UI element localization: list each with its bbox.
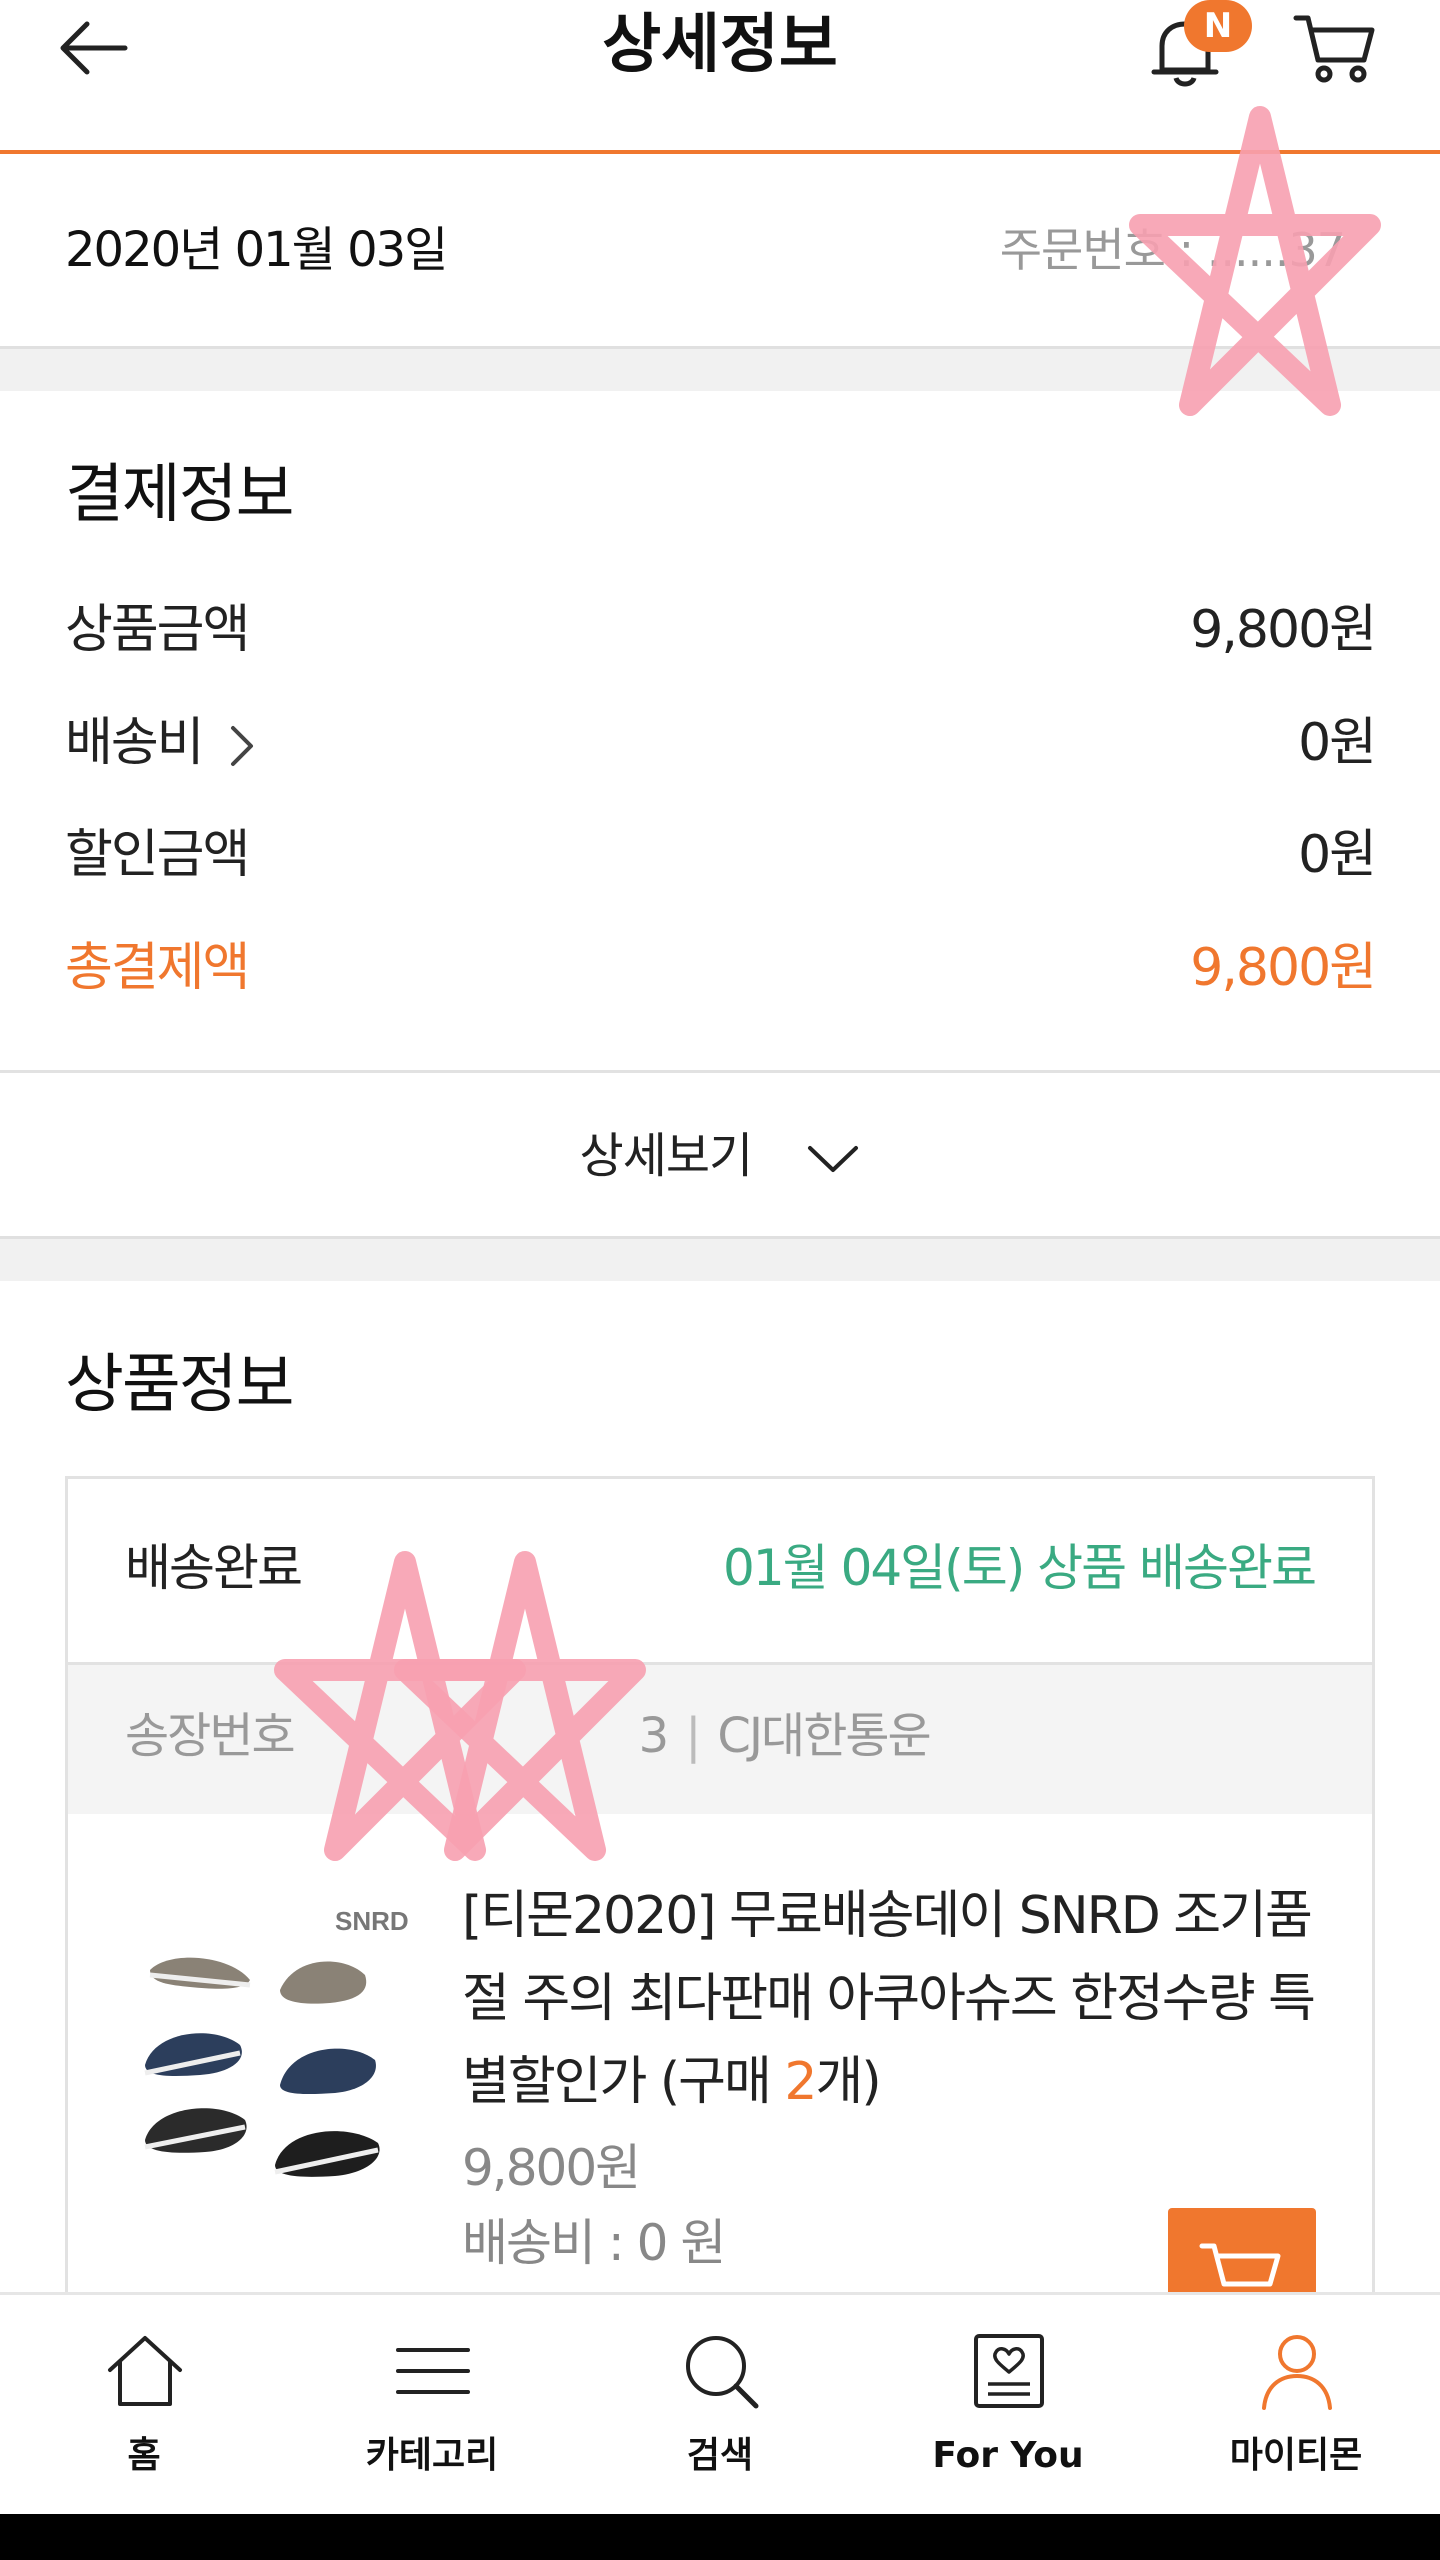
heart-frame-icon (974, 2334, 1044, 2408)
shipping-fee-label[interactable]: 배송비 (65, 710, 257, 776)
product-amount-value: 9,800원 (1190, 600, 1377, 660)
divider (0, 1070, 1440, 1073)
tab-search[interactable]: 검색 (576, 2292, 864, 2514)
cart-icon[interactable] (1290, 8, 1380, 88)
tab-my-tmon[interactable]: 마이티몬 (1152, 2292, 1440, 2514)
product-shipping-fee: 배송비 : 0 원 (462, 2214, 726, 2272)
order-number: 주문번호 : ......37 (999, 223, 1346, 277)
shipping-fee-value: 0원 (1298, 713, 1377, 773)
chevron-down-icon (808, 1146, 859, 1172)
search-icon (686, 2336, 759, 2409)
tab-my-tmon-label: 마이티몬 (1229, 2435, 1363, 2476)
tracking-number: 3 (638, 1708, 670, 1764)
chevron-right-icon (231, 726, 254, 766)
order-date: 2020년 01월 03일 (65, 222, 448, 278)
tab-category[interactable]: 카테고리 (288, 2292, 576, 2514)
notification-badge: N (1184, 0, 1252, 52)
delivery-date-info: 01월 04일(토) 상품 배송완료 (723, 1539, 1317, 1597)
tab-for-you[interactable]: For You (864, 2292, 1152, 2514)
tab-for-you-label: For You (932, 2435, 1084, 2476)
product-amount-label: 상품금액 (65, 600, 250, 660)
purchase-count: 2 (784, 2052, 817, 2112)
product-price: 9,800원 (462, 2139, 641, 2197)
discount-label: 할인금액 (65, 825, 250, 885)
shipping-fee-label-text: 배송비 (65, 713, 205, 773)
section-gap (0, 1236, 1440, 1281)
carrier-name: CJ대한통운 (717, 1708, 931, 1764)
brand-logo-text: SNRD (335, 1906, 409, 1936)
payment-section-title: 결제정보 (65, 458, 295, 532)
total-value: 9,800원 (1190, 938, 1377, 998)
tab-search-label: 검색 (686, 2435, 754, 2476)
home-icon (108, 2336, 182, 2406)
menu-icon (396, 2348, 470, 2394)
product-section-title: 상품정보 (65, 1348, 295, 1422)
section-gap (0, 346, 1440, 391)
product-name[interactable]: [티몬2020] 무료배송데이 SNRD 조기품절 주의 최다판매 아쿠아슈즈 … (462, 1875, 1322, 2124)
tracking-label: 송장번호 (125, 1708, 296, 1764)
tab-home[interactable]: 홈 (0, 2292, 288, 2514)
total-label: 총결제액 (65, 938, 250, 998)
product-image[interactable]: SNRD (130, 1895, 420, 2195)
person-icon (1262, 2335, 1332, 2410)
tracking-info[interactable]: 송장번호 3 | CJ대한통운 (125, 1705, 932, 1767)
detail-view-label: 상세보기 (0, 1125, 1440, 1187)
delivery-status: 배송완료 (125, 1539, 303, 1597)
discount-value: 0원 (1298, 825, 1377, 885)
system-navigation-bar (0, 2514, 1440, 2560)
tab-home-label: 홈 (127, 2435, 161, 2476)
tab-category-label: 카테고리 (365, 2435, 499, 2476)
